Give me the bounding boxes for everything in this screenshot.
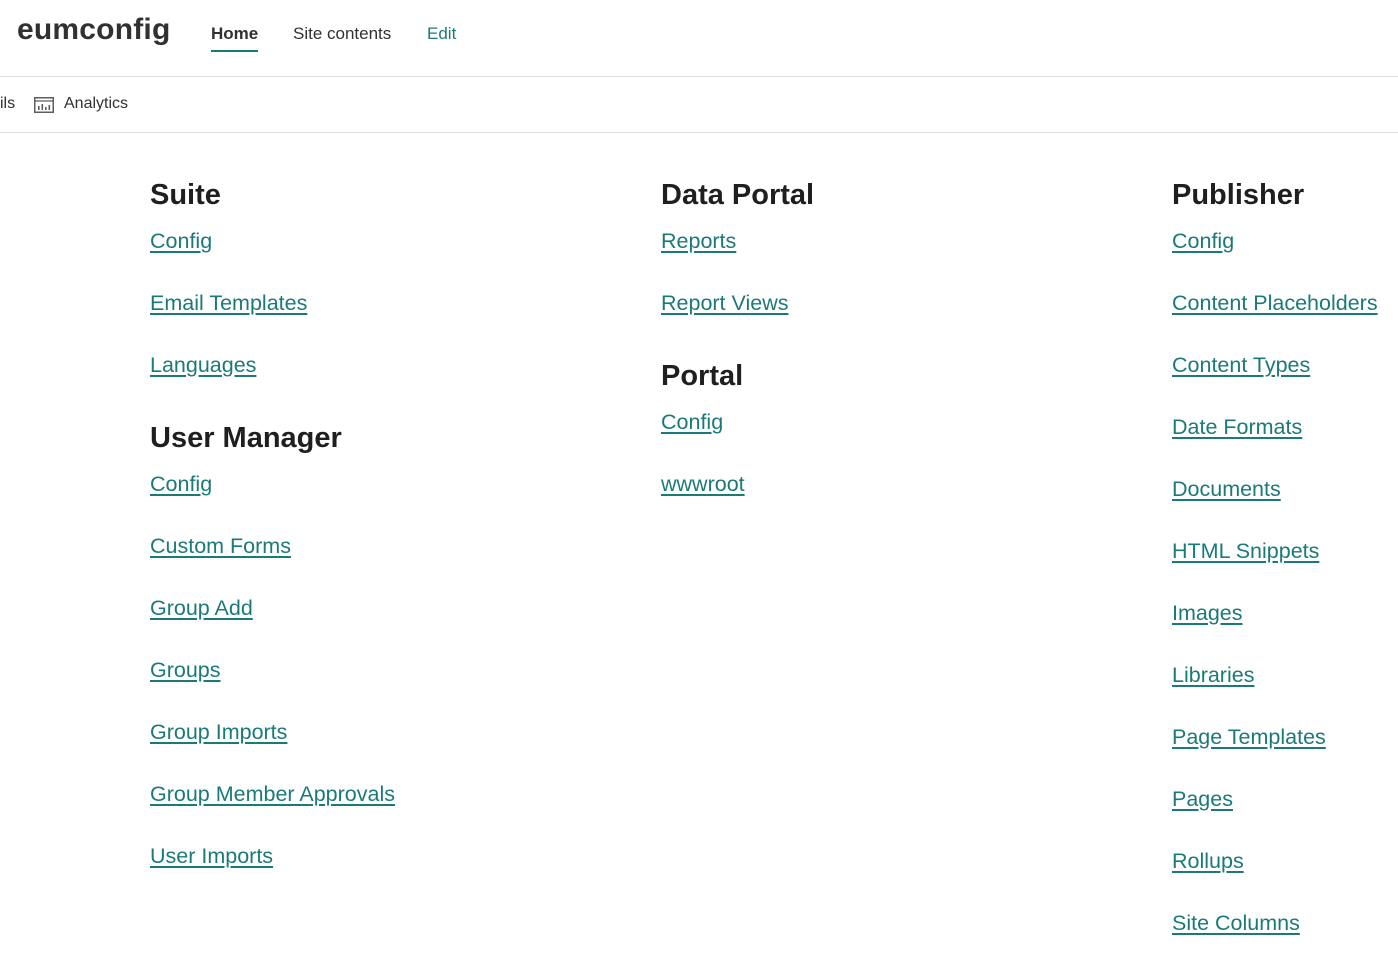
link-suite-languages[interactable]: Languages: [150, 350, 395, 380]
section-title-publisher: Publisher: [1172, 179, 1305, 211]
link-suite-email-templates[interactable]: Email Templates: [150, 288, 395, 318]
section-suite: Suite Config Email Templates Languages: [150, 175, 395, 380]
link-user-manager-custom-forms[interactable]: Custom Forms: [150, 531, 395, 561]
link-publisher-content-placeholders[interactable]: Content Placeholders: [1172, 288, 1378, 318]
link-portal-wwwroot[interactable]: wwwroot: [661, 469, 814, 499]
nav-home[interactable]: Home: [211, 22, 259, 52]
link-user-manager-group-add[interactable]: Group Add: [150, 593, 395, 623]
section-publisher: Publisher Config Content Placeholders Co…: [1172, 175, 1378, 938]
column-data-portal-portal: Data Portal Reports Report Views Portal …: [661, 175, 814, 531]
link-publisher-html-snippets[interactable]: HTML Snippets: [1172, 536, 1378, 566]
analytics-button[interactable]: Analytics: [64, 93, 128, 115]
column-publisher: Publisher Config Content Placeholders Co…: [1172, 175, 1378, 970]
link-data-portal-report-views[interactable]: Report Views: [661, 288, 814, 318]
link-user-manager-user-imports[interactable]: User Imports: [150, 841, 395, 871]
link-publisher-images[interactable]: Images: [1172, 598, 1378, 628]
link-publisher-libraries[interactable]: Libraries: [1172, 660, 1378, 690]
section-title-user-manager: User Manager: [150, 422, 342, 454]
link-publisher-rollups[interactable]: Rollups: [1172, 846, 1378, 876]
section-title-portal: Portal: [661, 360, 744, 392]
section-portal: Portal Config wwwroot: [661, 356, 814, 499]
link-publisher-date-formats[interactable]: Date Formats: [1172, 412, 1378, 442]
link-user-manager-config[interactable]: Config: [150, 469, 395, 499]
section-title-suite: Suite: [150, 179, 221, 211]
command-bar-partial-item[interactable]: ils: [0, 93, 15, 115]
section-title-data-portal: Data Portal: [661, 179, 815, 211]
nav-site-contents[interactable]: Site contents: [293, 22, 391, 46]
link-publisher-documents[interactable]: Documents: [1172, 474, 1378, 504]
nav-edit[interactable]: Edit: [427, 22, 456, 46]
site-title[interactable]: eumconfig: [17, 10, 170, 50]
analytics-icon[interactable]: [34, 97, 54, 113]
section-data-portal: Data Portal Reports Report Views: [661, 175, 814, 318]
link-data-portal-reports[interactable]: Reports: [661, 226, 814, 256]
link-user-manager-group-imports[interactable]: Group Imports: [150, 717, 395, 747]
column-suite-user-manager: Suite Config Email Templates Languages U…: [150, 175, 395, 903]
link-user-manager-group-member-approvals[interactable]: Group Member Approvals: [150, 779, 395, 809]
site-header: eumconfig Home Site contents Edit: [0, 0, 1398, 77]
link-publisher-config[interactable]: Config: [1172, 226, 1378, 256]
section-user-manager: User Manager Config Custom Forms Group A…: [150, 418, 395, 871]
link-publisher-content-types[interactable]: Content Types: [1172, 350, 1378, 380]
link-suite-config[interactable]: Config: [150, 226, 395, 256]
link-publisher-pages[interactable]: Pages: [1172, 784, 1378, 814]
link-user-manager-groups[interactable]: Groups: [150, 655, 395, 685]
link-publisher-site-columns[interactable]: Site Columns: [1172, 908, 1378, 938]
link-portal-config[interactable]: Config: [661, 407, 814, 437]
command-bar: ils Analytics: [0, 77, 1398, 133]
link-publisher-page-templates[interactable]: Page Templates: [1172, 722, 1378, 752]
